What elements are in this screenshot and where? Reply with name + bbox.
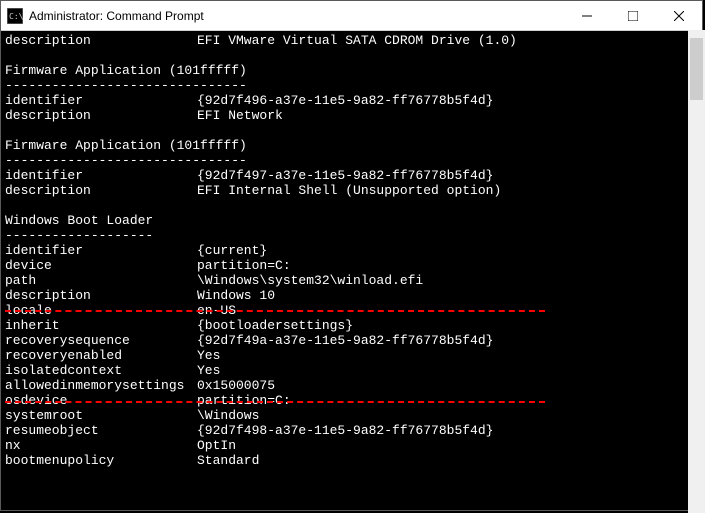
- output-line: path\Windows\system32\winload.efi: [5, 273, 698, 288]
- scrollbar-thumb[interactable]: [690, 38, 703, 100]
- output-dashes: -------------------------------: [5, 78, 698, 93]
- output-dashes: -------------------------------: [5, 153, 698, 168]
- maximize-button[interactable]: [610, 1, 656, 31]
- highlight-annotation-2: [5, 401, 545, 403]
- svg-text:C:\: C:\: [9, 12, 23, 21]
- output-section-title: Windows Boot Loader: [5, 213, 698, 228]
- minimize-button[interactable]: [564, 1, 610, 31]
- output-line: identifier{current}: [5, 243, 698, 258]
- output-line: descriptionEFI VMware Virtual SATA CDROM…: [5, 33, 698, 48]
- output-blank: [5, 123, 698, 138]
- output-line: identifier{92d7f496-a37e-11e5-9a82-ff767…: [5, 93, 698, 108]
- output-section-title: Firmware Application (101fffff): [5, 138, 698, 153]
- output-section-title: Firmware Application (101fffff): [5, 63, 698, 78]
- window-title: Administrator: Command Prompt: [29, 9, 564, 23]
- output-line: resumeobject{92d7f498-a37e-11e5-9a82-ff7…: [5, 423, 698, 438]
- console-output[interactable]: descriptionEFI VMware Virtual SATA CDROM…: [1, 31, 702, 510]
- output-line: recoverysequence{92d7f49a-a37e-11e5-9a82…: [5, 333, 698, 348]
- output-line: bootmenupolicyStandard: [5, 453, 698, 468]
- highlight-annotation-1: [5, 310, 545, 312]
- output-line: allowedinmemorysettings0x15000075: [5, 378, 698, 393]
- output-line: devicepartition=C:: [5, 258, 698, 273]
- scrollbar[interactable]: [688, 30, 705, 513]
- output-line: systemroot\Windows: [5, 408, 698, 423]
- titlebar[interactable]: C:\ Administrator: Command Prompt: [1, 1, 702, 31]
- output-blank: [5, 198, 698, 213]
- close-button[interactable]: [656, 1, 702, 31]
- cmd-icon: C:\: [7, 8, 23, 24]
- output-line: inherit{bootloadersettings}: [5, 318, 698, 333]
- output-blank: [5, 48, 698, 63]
- output-line: descriptionEFI Network: [5, 108, 698, 123]
- output-line: isolatedcontextYes: [5, 363, 698, 378]
- output-dashes: -------------------: [5, 228, 698, 243]
- output-line: descriptionWindows 10: [5, 288, 698, 303]
- output-line: nxOptIn: [5, 438, 698, 453]
- output-line: recoveryenabledYes: [5, 348, 698, 363]
- command-prompt-window: C:\ Administrator: Command Prompt descri…: [0, 0, 703, 511]
- output-line: identifier{92d7f497-a37e-11e5-9a82-ff767…: [5, 168, 698, 183]
- output-line: descriptionEFI Internal Shell (Unsupport…: [5, 183, 698, 198]
